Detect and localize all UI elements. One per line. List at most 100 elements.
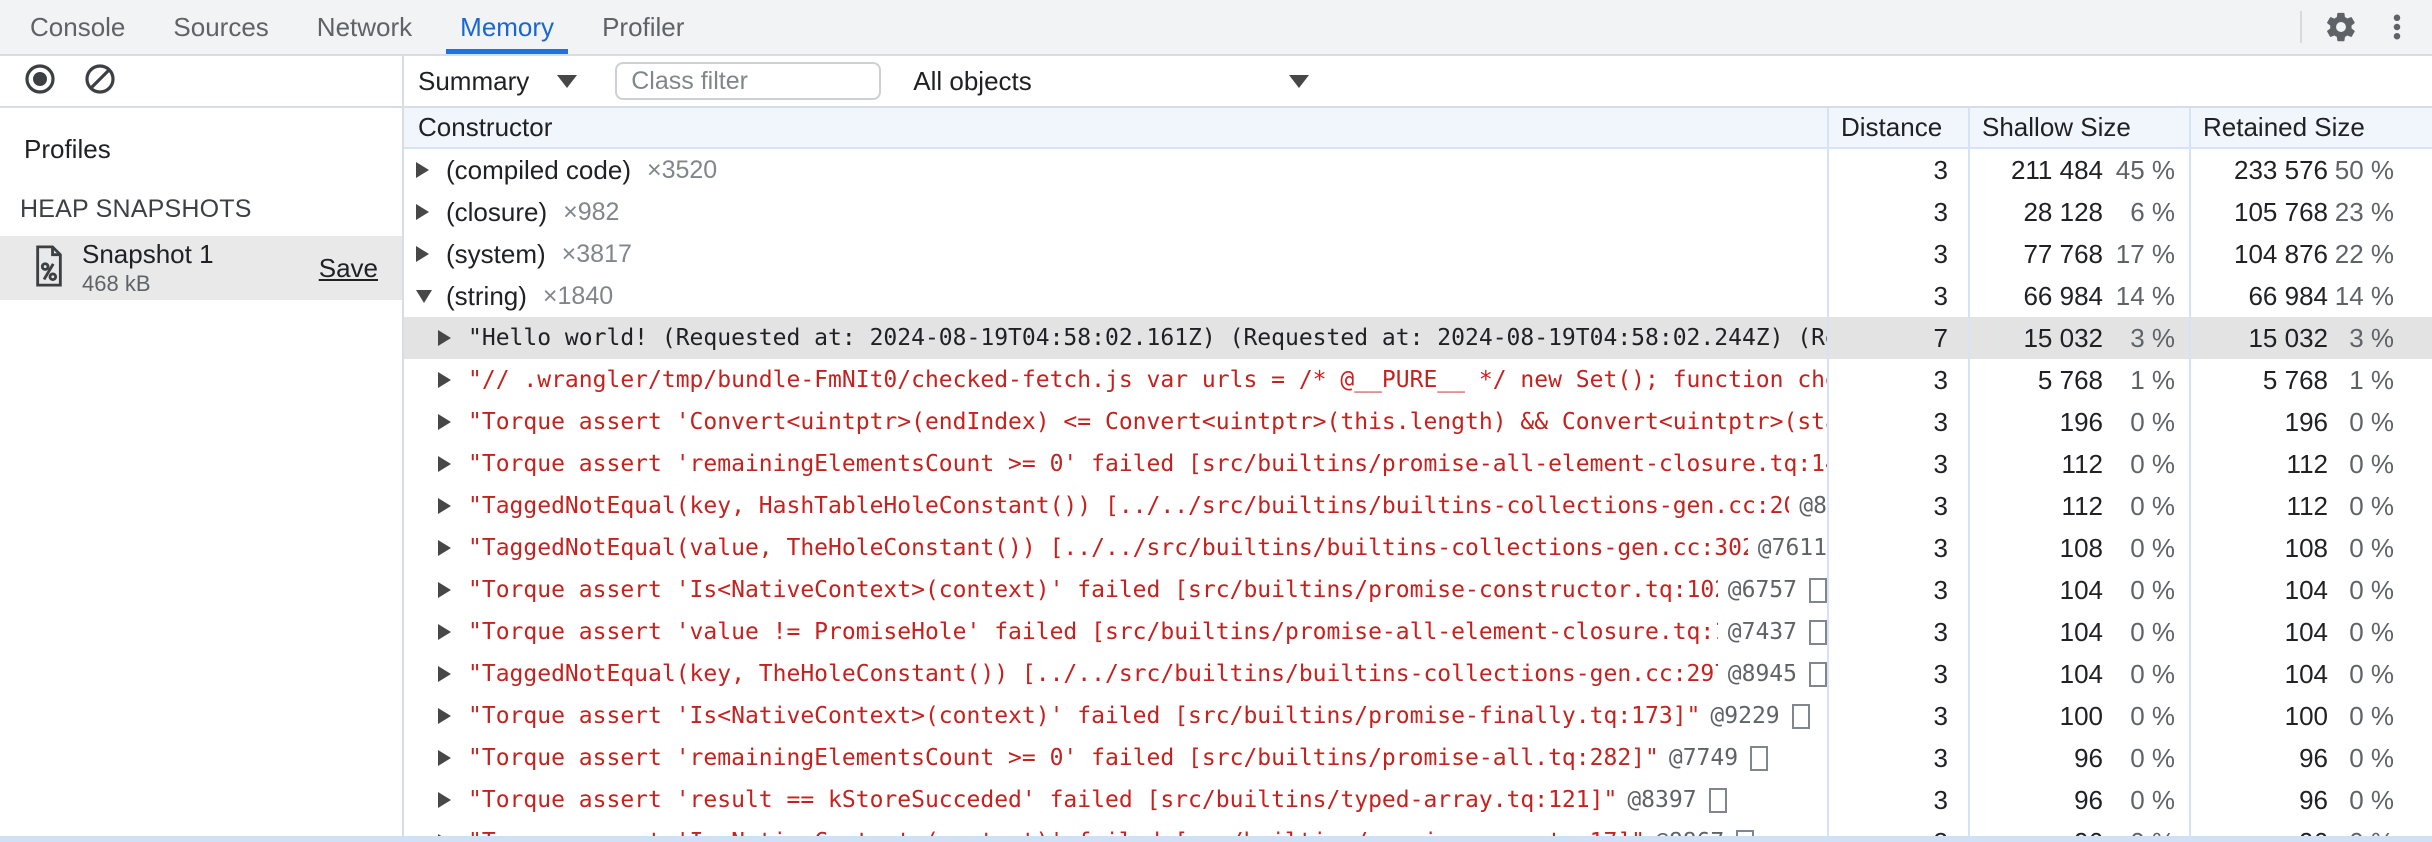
retained-size-percent: 0 % <box>2349 406 2394 437</box>
constructor-name: (compiled code) <box>446 154 631 185</box>
snapshot-info: Snapshot 1 468 kB <box>82 239 214 294</box>
retained-size-percent: 50 % <box>2334 154 2394 185</box>
constructor-cell: "Torque assert 'remainingElementsCount >… <box>404 737 1827 779</box>
disclosure-triangle-icon[interactable] <box>438 708 468 724</box>
disclosure-triangle-icon[interactable] <box>438 372 468 388</box>
table-row[interactable]: "Hello world! (Requested at: 2024-08-19T… <box>404 317 2432 359</box>
constructor-cell: "Torque assert 'Is<NativeContext>(contex… <box>404 569 1827 611</box>
disclosure-triangle-icon[interactable] <box>438 666 468 682</box>
settings-gear-icon[interactable] <box>2324 10 2358 44</box>
record-heap-snapshot-icon[interactable] <box>24 63 56 100</box>
retained-size-cell: 112 0 % <box>2189 485 2432 527</box>
retained-size-percent: 14 % <box>2334 280 2394 311</box>
shallow-size-percent: 0 % <box>2130 742 2175 773</box>
bottom-highlight-strip <box>0 836 2432 842</box>
disclosure-triangle-icon[interactable] <box>416 162 446 178</box>
grid-header: Constructor Distance Shallow Size Retain… <box>404 108 2432 149</box>
unknown-glyph-box-icon <box>1809 661 1827 687</box>
column-header-distance[interactable]: Distance <box>1827 108 1968 147</box>
sidebar-item-snapshot-1[interactable]: Snapshot 1 468 kB Save <box>0 236 402 300</box>
disclosure-triangle-icon[interactable] <box>416 290 446 303</box>
tab-sources[interactable]: Sources <box>155 0 286 54</box>
object-filter-select[interactable]: All objects <box>913 66 1310 97</box>
disclosure-triangle-icon[interactable] <box>438 414 468 430</box>
disclosure-triangle-icon[interactable] <box>438 330 468 346</box>
table-row[interactable]: "Torque assert 'Is<NativeContext>(contex… <box>404 569 2432 611</box>
constructor-cell: (string) ×1840 <box>404 275 1827 317</box>
clear-profiles-icon[interactable] <box>84 63 116 100</box>
shallow-size-value: 196 <box>2059 406 2103 437</box>
retained-size-percent: 0 % <box>2349 658 2394 689</box>
chevron-down-icon <box>557 74 578 88</box>
table-row[interactable]: "Torque assert 'Is<NativeContext>(contex… <box>404 695 2432 737</box>
instance-count: ×982 <box>563 197 620 226</box>
disclosure-triangle-icon[interactable] <box>438 792 468 808</box>
table-row[interactable]: "TaggedNotEqual(key, HashTableHoleConsta… <box>404 485 2432 527</box>
retained-size-percent: 1 % <box>2349 364 2394 395</box>
table-row[interactable]: (system) ×3817 3 77 768 17 % 104 876 22 … <box>404 233 2432 275</box>
disclosure-triangle-icon[interactable] <box>416 246 446 262</box>
disclosure-triangle-icon[interactable] <box>438 582 468 598</box>
constructor-name: "Torque assert 'Is<NativeContext>(contex… <box>468 577 1718 603</box>
constructor-name: (system) <box>446 238 546 269</box>
table-row[interactable]: "Torque assert 'value != PromiseHole' fa… <box>404 611 2432 653</box>
object-id: @7611 <box>1757 535 1827 561</box>
save-snapshot-link[interactable]: Save <box>319 253 378 284</box>
tab-memory[interactable]: Memory <box>442 0 572 54</box>
disclosure-triangle-icon[interactable] <box>438 750 468 766</box>
distance-cell: 3 <box>1827 527 1968 569</box>
tab-profiler[interactable]: Profiler <box>584 0 702 54</box>
retained-size-value: 233 576 <box>2234 154 2328 185</box>
constructor-name: "Hello world! (Requested at: 2024-08-19T… <box>468 325 1827 351</box>
shallow-size-value: 104 <box>2059 616 2103 647</box>
retained-size-cell: 104 0 % <box>2189 569 2432 611</box>
constructor-cell: "Hello world! (Requested at: 2024-08-19T… <box>404 317 1827 359</box>
perspective-select[interactable]: Summary <box>418 66 578 97</box>
retained-size-cell: 108 0 % <box>2189 527 2432 569</box>
shallow-size-percent: 1 % <box>2130 364 2175 395</box>
table-row[interactable]: "TaggedNotEqual(value, TheHoleConstant()… <box>404 527 2432 569</box>
retained-size-value: 112 <box>2286 448 2328 479</box>
shallow-size-percent: 0 % <box>2130 490 2175 521</box>
retained-size-cell: 196 0 % <box>2189 401 2432 443</box>
disclosure-triangle-icon[interactable] <box>438 540 468 556</box>
retained-size-percent: 3 % <box>2349 322 2394 353</box>
disclosure-triangle-icon[interactable] <box>438 498 468 514</box>
tab-network[interactable]: Network <box>299 0 430 54</box>
tab-strip: Console Sources Network Memory Profiler <box>0 0 708 54</box>
retained-size-cell: 96 0 % <box>2189 737 2432 779</box>
table-row[interactable]: "// .wrangler/tmp/bundle-FmNIt0/checked-… <box>404 359 2432 401</box>
disclosure-triangle-icon[interactable] <box>416 204 446 220</box>
table-row[interactable]: "Torque assert 'Convert<uintptr>(endInde… <box>404 401 2432 443</box>
table-row[interactable]: (compiled code) ×3520 3 211 484 45 % 233… <box>404 149 2432 191</box>
tab-console[interactable]: Console <box>12 0 143 54</box>
retained-size-value: 112 <box>2286 490 2328 521</box>
constructor-cell: (closure) ×982 <box>404 191 1827 233</box>
shallow-size-percent: 0 % <box>2130 406 2175 437</box>
column-header-shallow-size[interactable]: Shallow Size <box>1968 108 2189 147</box>
class-filter-input[interactable] <box>615 62 882 100</box>
disclosure-triangle-icon[interactable] <box>438 624 468 640</box>
table-row[interactable]: "Torque assert 'result == kStoreSucceded… <box>404 779 2432 821</box>
retained-size-cell: 96 0 % <box>2189 779 2432 821</box>
constructor-cell: "Torque assert 'value != PromiseHole' fa… <box>404 611 1827 653</box>
table-row[interactable]: (string) ×1840 3 66 984 14 % 66 984 14 % <box>404 275 2432 317</box>
shallow-size-cell: 104 0 % <box>1968 611 2189 653</box>
snapshot-name: Snapshot 1 <box>82 239 214 270</box>
shallow-size-percent: 0 % <box>2130 532 2175 563</box>
shallow-size-percent: 45 % <box>2115 154 2175 185</box>
disclosure-triangle-icon[interactable] <box>438 456 468 472</box>
column-header-constructor[interactable]: Constructor <box>404 108 1827 147</box>
shallow-size-cell: 96 0 % <box>1968 737 2189 779</box>
retained-size-value: 96 <box>2299 784 2328 815</box>
shallow-size-value: 104 <box>2059 574 2103 605</box>
table-row[interactable]: (closure) ×982 3 28 128 6 % 105 768 23 % <box>404 191 2432 233</box>
table-row[interactable]: "Torque assert 'remainingElementsCount >… <box>404 737 2432 779</box>
table-row[interactable]: "TaggedNotEqual(key, TheHoleConstant()) … <box>404 653 2432 695</box>
more-options-kebab-icon[interactable] <box>2380 10 2414 44</box>
shallow-size-percent: 0 % <box>2130 616 2175 647</box>
constructor-name: "TaggedNotEqual(key, HashTableHoleConsta… <box>468 493 1790 519</box>
table-row[interactable]: "Torque assert 'remainingElementsCount >… <box>404 443 2432 485</box>
column-header-retained-size[interactable]: Retained Size <box>2189 108 2432 147</box>
shallow-size-cell: 96 0 % <box>1968 779 2189 821</box>
